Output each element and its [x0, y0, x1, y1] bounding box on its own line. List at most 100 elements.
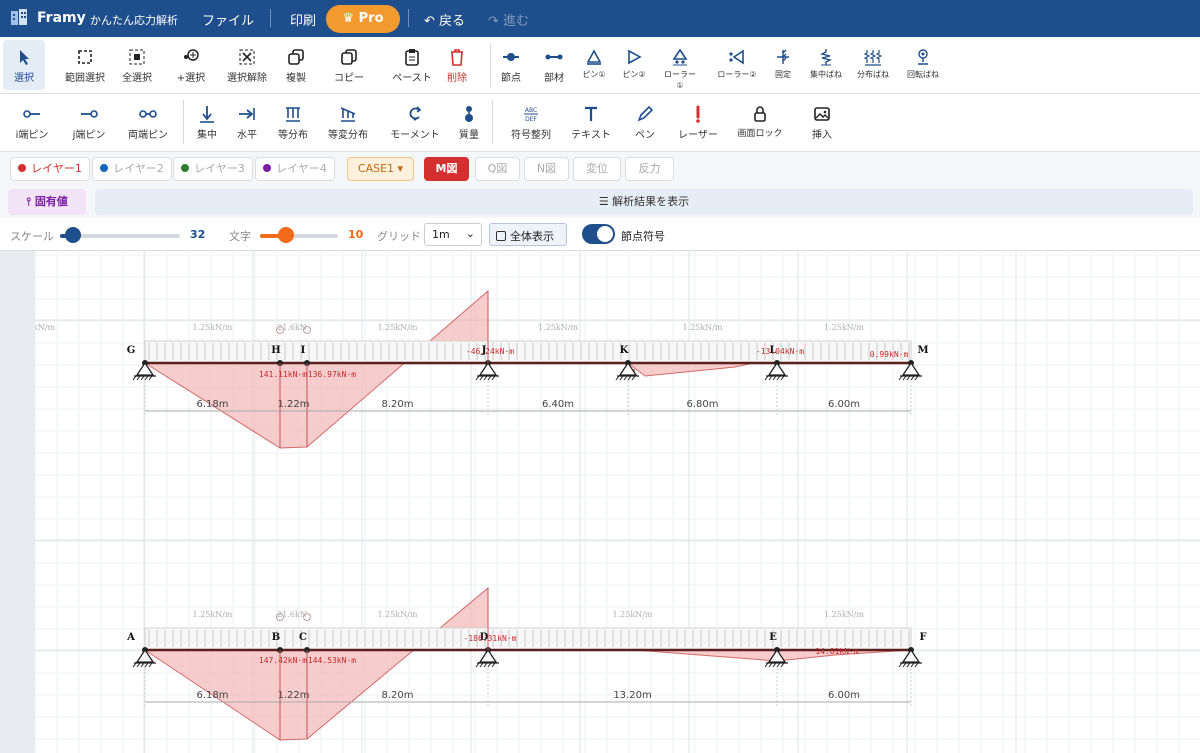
tool-add-select[interactable]: +選択	[172, 48, 210, 84]
roller2-icon	[729, 49, 744, 65]
tool-both-pin[interactable]: 両端ピン	[126, 105, 170, 141]
tool-pin1[interactable]: ピン①	[581, 48, 607, 80]
tool-label: 両端ピン	[128, 130, 168, 141]
tool-image-insert[interactable]: 挿入	[808, 105, 836, 141]
structure-canvas[interactable]: 1.25kN/m 21.6kN 1.25kN/m 1.25kN/m 1.25kN/m 1.…	[35, 251, 1200, 753]
tool-select-all[interactable]: 全選択	[116, 48, 158, 84]
text-size-slider[interactable]	[260, 234, 338, 238]
tool-node[interactable]: 節点	[500, 48, 522, 84]
redo-button[interactable]: ↷ 進む	[488, 10, 529, 29]
tool-label: 全選択	[122, 73, 152, 84]
result-bar: ⫯ 固有値 ☰ 解析結果を表示	[0, 186, 1200, 218]
tool-paste[interactable]: ペースト	[384, 48, 440, 84]
tool-lock[interactable]: 画面ロック	[735, 105, 785, 139]
abc-text: ABC	[525, 107, 537, 114]
undo-button[interactable]: ↶ 戻る	[424, 10, 465, 29]
tool-member[interactable]: 部材	[541, 48, 567, 84]
crown-icon: ♛	[342, 11, 359, 26]
diagram-tab-0[interactable]: M図	[424, 157, 469, 181]
tool-label: i端ピン	[15, 130, 49, 141]
tool-label: 水平	[237, 130, 257, 141]
layer-tab-3[interactable]: レイヤー3	[173, 157, 253, 181]
undo-icon: ↶	[424, 14, 440, 29]
tool-label: 分布ばね	[857, 70, 889, 79]
drawing-canvas-area[interactable]: 1.25kN/m 21.6kN 1.25kN/m 1.25kN/m 1.25kN/m 1.…	[0, 251, 1200, 753]
tool-uniform-load[interactable]: 等分布	[275, 105, 311, 141]
node-label: E	[769, 632, 777, 643]
tool-label: レーザー	[678, 130, 718, 141]
tool-point-load[interactable]: 集中	[193, 105, 221, 141]
print-menu[interactable]: 印刷	[290, 10, 316, 29]
uniform-load-icon	[286, 107, 300, 122]
tool-cursor[interactable]: 選択	[3, 40, 45, 90]
eigen-button[interactable]: ⫯ 固有値	[8, 189, 86, 215]
tool-pin2[interactable]: ピン②	[621, 48, 647, 80]
load-label: 1.25kN/m	[193, 610, 233, 619]
tool-j-pin[interactable]: j端ピン	[68, 105, 110, 141]
pro-button[interactable]: ♛ Pro	[326, 5, 400, 33]
diagram-tab-3[interactable]: 変位	[573, 157, 621, 181]
grid-select[interactable]: 1m ⌄	[424, 223, 482, 246]
tool-dist-spring[interactable]: 分布ばね	[855, 48, 891, 80]
tool-label: j端ピン	[72, 130, 106, 141]
layer-color-dot	[18, 164, 27, 172]
layer-tab-4[interactable]: レイヤー4	[255, 157, 335, 181]
moment-value-label: -46.24kN·m	[466, 347, 514, 356]
layer-tab-1[interactable]: レイヤー1	[10, 157, 90, 181]
tool-laser[interactable]: レーザー	[675, 105, 721, 141]
tool-roller1[interactable]: ローラー①	[661, 48, 699, 91]
node-label: H	[271, 345, 280, 356]
tool-roller2[interactable]: ローラー②	[713, 48, 761, 80]
tool-duplicate[interactable]: 複製	[281, 48, 311, 84]
node-label-switch[interactable]	[582, 224, 615, 244]
tool-pen[interactable]: ペン	[631, 105, 659, 141]
view-controls: スケール 32 文字 10 グリッド 1m ⌄ 全体表示 節点符号	[0, 218, 1200, 251]
tool-moment[interactable]: モーメント	[386, 105, 444, 141]
diagram-tab-4[interactable]: 反力	[625, 157, 674, 181]
tool-rot-spring[interactable]: 回転ばね	[903, 48, 943, 80]
add-select-icon	[184, 49, 199, 61]
tool-label: ペン	[635, 130, 655, 141]
tool-text[interactable]: テキスト	[569, 105, 613, 141]
file-menu[interactable]: ファイル	[202, 10, 254, 29]
tool-trash[interactable]: 削除	[443, 48, 471, 84]
tool-horizontal-load[interactable]: 水平	[234, 105, 260, 141]
lock-icon	[754, 106, 766, 122]
scale-slider-knob[interactable]	[64, 227, 81, 243]
app-header: Framy かんたん応力解析 ファイル 印刷 ♛ Pro ↶ 戻る ↷ 進む	[0, 0, 1200, 37]
fit-all-toggle[interactable]: 全体表示	[489, 223, 567, 246]
main-toolbar: 選択 範囲選択 全選択 +選択 選択解除 複製 コピー ペースト 削除 節点 部材 ピン① ピン② ローラ…	[0, 37, 1200, 94]
tool-label: 画面ロック	[737, 129, 783, 139]
tool-range-select[interactable]: 範囲選択	[56, 48, 114, 84]
tool-point-spring[interactable]: 集中ばね	[808, 48, 844, 80]
tool-copy[interactable]: コピー	[329, 48, 369, 84]
show-results-button[interactable]: ☰ 解析結果を表示	[95, 189, 1193, 215]
moment-value-label: 147.42kN·m	[259, 656, 307, 665]
span-length: 6.40m	[542, 399, 574, 410]
moment-value-label: 136.97kN·m	[308, 370, 356, 379]
tool-deselect[interactable]: 選択解除	[221, 48, 273, 84]
layer-tab-2[interactable]: レイヤー2	[92, 157, 172, 181]
case-select[interactable]: CASE1 ▾	[347, 157, 414, 181]
def-text: DEF	[525, 116, 537, 123]
toolbar-divider	[492, 100, 493, 144]
node-label: A	[126, 632, 135, 643]
node-icon	[503, 53, 519, 61]
text-size-slider-knob[interactable]	[278, 227, 295, 243]
span-length: 1.22m	[277, 690, 309, 701]
span-length: 6.18m	[196, 399, 228, 410]
diagram-tab-2[interactable]: N図	[524, 157, 569, 181]
diagram-tab-1[interactable]: Q図	[475, 157, 520, 181]
cursor-icon	[20, 50, 29, 65]
tool-i-pin[interactable]: i端ピン	[12, 105, 52, 141]
tool-fixed[interactable]: 固定	[770, 48, 796, 80]
moment-value-label: -186.31kN·m	[464, 634, 517, 643]
tool-varying-load[interactable]: 等変分布	[326, 105, 370, 141]
horizontal-load-icon	[239, 108, 255, 120]
distributed-load-band	[144, 627, 912, 651]
pin2-icon	[628, 49, 642, 65]
tool-abc-def[interactable]: ABC DEF 符号整列	[506, 105, 556, 141]
header-divider	[408, 9, 409, 27]
tool-mass[interactable]: 質量	[457, 105, 481, 141]
scale-value: 32	[190, 228, 206, 241]
